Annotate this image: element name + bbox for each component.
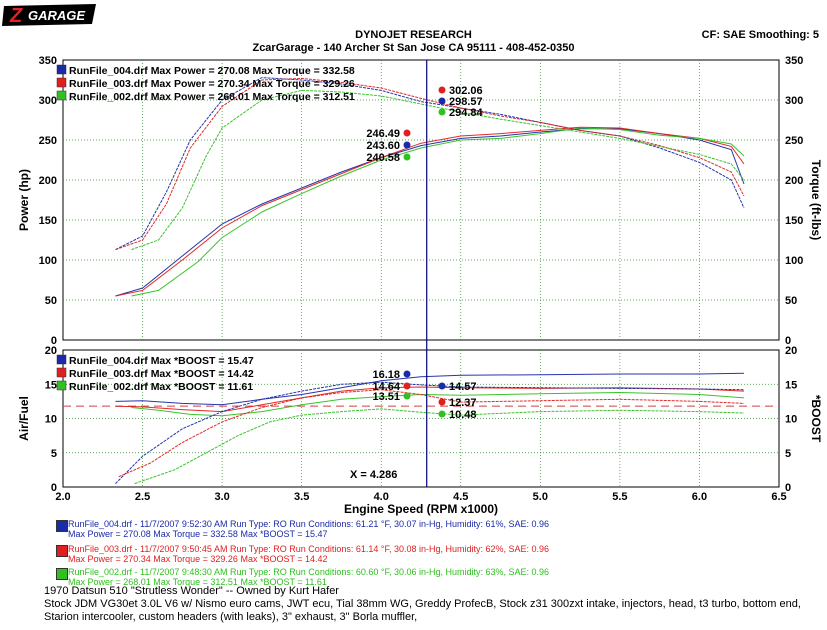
run-conditions: RunFile_002.drf - 11/7/2007 9:48:30 AM R… [68,567,550,577]
power-torque-panel: 0 050 50100 100150 150200 200250 250300 300350 3… [17,55,823,347]
y-axis-label-left: Air/Fuel [17,396,31,441]
cursor-value-right: 294.84 [449,107,484,119]
car-mods-line1: Stock JDM VG30et 3.0L V6 w/ Nismo euro c… [44,598,801,610]
x-tick-label: 6.0 [692,491,707,503]
cursor-value-left: 240.58 [366,152,400,164]
y-tick-label-left: 10 [45,414,57,426]
y-tick-label-right: 15 [785,379,797,391]
cursor-marker [438,398,446,406]
y-tick-label-left: 200 [39,175,57,187]
y-axis-label-left: Power (hp) [17,169,31,231]
y-tick-label-left: 100 [39,255,57,267]
cursor-marker [438,97,446,105]
cursor-value-right: 10.48 [449,409,477,421]
car-title: 1970 Datsun 510 "Strutless Wonder" -- Ow… [44,585,339,597]
cursor-value-right: 12.37 [449,397,477,409]
y-tick-label-right: 10 [785,414,797,426]
run-info-entry: RunFile_002.drf - 11/7/2007 9:48:30 AM R… [56,567,550,587]
airfuel-boost-panel: 0 05 510 1015 1520 20Air/Fuel *BOOSTRunFile_00… [17,345,823,516]
cursor-marker [403,153,411,161]
legend-swatch [56,77,67,88]
legend-entry: RunFile_003.drf Max *BOOST = 14.42 [69,368,254,380]
cursor-marker [438,108,446,116]
y-axis-label-right: Torque (ft-lbs) [809,160,823,240]
x-tick-label: 2.5 [135,491,150,503]
legend-entry: RunFile_002.drf Max *BOOST = 11.61 [69,381,253,393]
cursor-marker [403,392,411,400]
run-conditions: RunFile_004.drf - 11/7/2007 9:52:30 AM R… [68,519,550,529]
cursor-marker [438,86,446,94]
y-axis-label-right: *BOOST [809,395,823,443]
car-mods-line2: Starion intercooler, custom headers (wit… [44,611,418,623]
run-info-entry: RunFile_004.drf - 11/7/2007 9:52:30 AM R… [56,519,550,539]
dyno-chart: 0 050 50100 100150 150200 200250 250300 300350 3… [17,55,823,516]
run-color-swatch [56,568,68,580]
x-tick-label: 3.5 [294,491,309,503]
x-tick-label: 5.0 [533,491,548,503]
cursor-marker [403,370,411,378]
logo-letter: Z [9,5,23,27]
y-tick-label-left: 15 [45,379,57,391]
cursor-marker [403,141,411,149]
y-tick-label-left: 150 [39,215,57,227]
legend-swatch [56,354,67,365]
cursor-marker [403,382,411,390]
cursor-marker [403,129,411,137]
cursor-marker [438,382,446,390]
x-axis-label: Engine Speed (RPM x1000) [344,502,498,516]
y-tick-label-right: 250 [785,135,803,147]
legend-swatch [56,367,67,378]
y-tick-label-right: 20 [785,345,797,357]
y-tick-label-left: 20 [45,345,57,357]
cursor-value-left: 13.51 [372,391,400,403]
zcargarage-logo: Z GARAGE [2,4,96,27]
legend-swatch [56,90,67,101]
y-tick-label-left: 250 [39,135,57,147]
legend-entry: RunFile_002.drf Max Power = 268.01 Max T… [69,91,355,103]
run-conditions: RunFile_003.drf - 11/7/2007 9:50:45 AM R… [68,544,550,554]
y-tick-label-left: 350 [39,55,57,67]
y-tick-label-left: 50 [45,295,57,307]
y-tick-label-right: 200 [785,175,803,187]
logo-text: GARAGE [28,8,85,23]
cursor-value-left: 243.60 [366,140,400,152]
y-tick-label-left: 300 [39,95,57,107]
y-tick-label-right: 5 [785,448,791,460]
correction-factor: CF: SAE Smoothing: 5 [701,29,819,41]
x-tick-label: 2.0 [55,491,70,503]
run-info-entry: RunFile_003.drf - 11/7/2007 9:50:45 AM R… [56,544,550,564]
legend-entry: RunFile_004.drf Max *BOOST = 15.47 [69,355,254,367]
y-tick-label-right: 300 [785,95,803,107]
legend-entry: RunFile_004.drf Max Power = 270.08 Max T… [69,65,355,77]
y-tick-label-right: 50 [785,295,797,307]
y-tick-label-left: 5 [51,448,57,460]
cursor-value-left: 16.18 [372,369,400,381]
run-color-swatch [56,520,68,532]
cursor-value-left: 246.49 [366,128,400,140]
legend-entry: RunFile_003.drf Max Power = 270.34 Max T… [69,78,355,90]
x-tick-label: 5.5 [612,491,627,503]
legend-swatch [56,380,67,391]
legend-swatch [56,64,67,75]
x-tick-label: 6.5 [771,491,786,503]
cursor-marker [438,410,446,418]
y-tick-label-right: 150 [785,215,803,227]
cursor-readout: X = 4.286 [350,469,397,481]
run-color-swatch [56,545,68,557]
cursor-value-right: 14.57 [449,381,477,393]
y-tick-label-right: 350 [785,55,803,67]
x-tick-label: 3.0 [214,491,229,503]
run-max-values: Max Power = 270.08 Max Torque = 332.58 M… [68,529,328,539]
y-tick-label-right: 100 [785,255,803,267]
run-max-values: Max Power = 270.34 Max Torque = 329.26 M… [68,554,328,564]
